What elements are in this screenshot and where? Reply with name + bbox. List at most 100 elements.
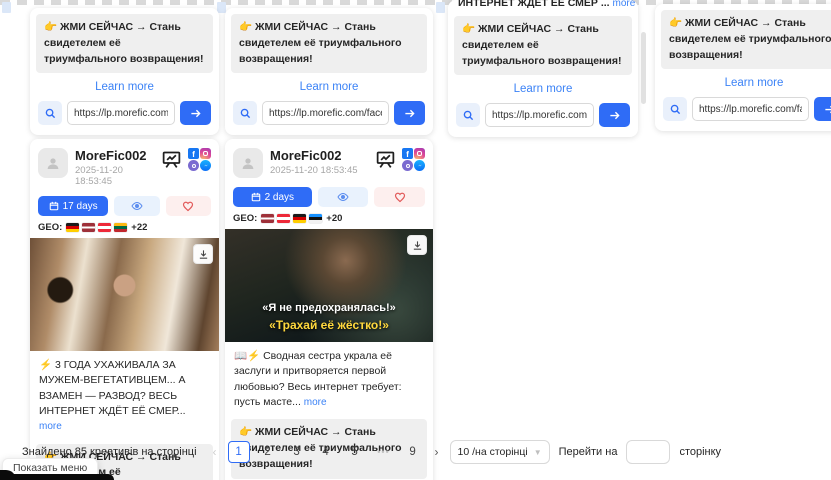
search-icon: [45, 108, 56, 119]
menu-corner[interactable]: [0, 474, 114, 480]
pagination-bar: Знайдено 85 креативів на сторінці ‹ 1234…: [22, 439, 831, 465]
description-tail: ИНТЕРНЕТ ЖДЁТ ЕЁ СМЕР ... more: [448, 0, 638, 10]
scrollbar-thumb[interactable]: [641, 32, 646, 104]
geo-label: GEO:: [38, 222, 62, 233]
facebook-icon[interactable]: f: [188, 148, 199, 159]
creative-card: MoreFic002 2025-11-20 18:53:45 f 2: [225, 139, 433, 480]
more-link[interactable]: more: [39, 421, 62, 432]
next-page-button[interactable]: ›: [433, 445, 441, 459]
page-5[interactable]: 5: [344, 441, 366, 463]
advertiser-name[interactable]: MoreFic002: [270, 148, 375, 163]
page-2[interactable]: 2: [257, 441, 279, 463]
learn-more-link[interactable]: Learn more: [225, 73, 433, 99]
cta-banner: 👉 ЖМИ СЕЙЧАС → Стань свидетелем её триум…: [454, 16, 632, 75]
page-1[interactable]: 1: [228, 441, 250, 463]
cta-banner: 👉 ЖМИ СЕЙЧАС → Стань свидетелем её триум…: [231, 14, 427, 73]
creative-timestamp: 2025-11-20 18:53:45: [270, 165, 375, 176]
image-caption: «Я не предохранялась!» «Трахай её жёстко…: [225, 301, 433, 334]
image-download-button[interactable]: [193, 244, 213, 264]
messenger-icon[interactable]: [414, 160, 425, 171]
heart-icon: [394, 191, 406, 203]
search-button[interactable]: [663, 97, 687, 121]
landing-url-input[interactable]: [485, 103, 594, 127]
views-button[interactable]: [318, 187, 369, 207]
open-url-button[interactable]: [814, 97, 831, 121]
cta-banner: 👉 ЖМИ СЕЙЧАС → Стань свидетелем её триум…: [36, 14, 213, 73]
creative-timestamp: 2025-11-20 18:53:45: [75, 165, 161, 187]
search-icon: [670, 104, 681, 115]
presentation-chart-icon[interactable]: [375, 149, 396, 170]
arrow-right-icon: [190, 108, 201, 119]
column-edge-marker: [2, 2, 11, 13]
page-size-select[interactable]: 10 /на сторінці ▼: [450, 440, 550, 464]
page-list: 12345•••9: [228, 441, 424, 463]
arrow-right-icon: [609, 110, 620, 121]
chevron-down-icon: ▼: [534, 448, 542, 457]
results-count: Знайдено 85 креативів на сторінці: [22, 446, 197, 458]
geo-label: GEO:: [233, 213, 257, 224]
creative-card: MoreFic002 2025-11-20 18:53:45 f 17: [30, 139, 219, 480]
lt-flag: [114, 223, 127, 232]
advertiser-name[interactable]: MoreFic002: [75, 148, 161, 163]
page-size-value: 10 /на сторінці: [458, 446, 528, 458]
creative-image[interactable]: [30, 238, 219, 351]
like-button[interactable]: [374, 187, 425, 207]
instagram-icon[interactable]: [200, 148, 211, 159]
open-url-button[interactable]: [394, 101, 425, 125]
more-link[interactable]: more: [613, 0, 636, 9]
landing-url-input[interactable]: [67, 101, 175, 125]
creative-description: ⚡ 3 ГОДА УХАЖИВАЛА ЗА МУЖЕМ-ВЕГЕТАТИВЦЕМ…: [39, 359, 186, 417]
profile-circle-icon[interactable]: [402, 160, 413, 171]
messenger-icon[interactable]: [200, 160, 211, 171]
goto-label: Перейти на: [559, 446, 618, 458]
learn-more-link[interactable]: Learn more: [30, 73, 219, 99]
prev-page-button[interactable]: ‹: [211, 445, 219, 459]
days-badge[interactable]: 17 days: [38, 196, 108, 216]
geo-more-count[interactable]: +20: [326, 213, 342, 224]
geo-more-count[interactable]: +22: [131, 222, 147, 233]
search-icon: [463, 110, 474, 121]
goto-suffix: сторінку: [679, 446, 721, 458]
days-label: 2 days: [265, 192, 294, 203]
partial-card: ИНТЕРНЕТ ЖДЁТ ЕЁ СМЕР ... more 👉 ЖМИ СЕЙ…: [448, 0, 638, 137]
image-download-button[interactable]: [407, 235, 427, 255]
download-icon: [198, 249, 209, 260]
image-caption-line1: «Я не предохранялась!»: [225, 301, 433, 317]
page-9[interactable]: 9: [402, 441, 424, 463]
presentation-chart-icon[interactable]: [161, 149, 182, 170]
learn-more-link[interactable]: Learn more: [655, 69, 831, 95]
days-badge[interactable]: 2 days: [233, 187, 312, 207]
de-flag: [66, 223, 79, 232]
lv-flag: [261, 214, 274, 223]
image-caption-line2: «Трахай её жёстко!»: [225, 317, 433, 334]
days-label: 17 days: [63, 201, 98, 212]
page-4[interactable]: 4: [315, 441, 337, 463]
at-flag: [98, 223, 111, 232]
page-3[interactable]: 3: [286, 441, 308, 463]
instagram-icon[interactable]: [414, 148, 425, 159]
cta-banner: 👉 ЖМИ СЕЙЧАС → Стань свидетелем её триум…: [661, 10, 831, 69]
views-button[interactable]: [114, 196, 159, 216]
open-url-button[interactable]: [599, 103, 630, 127]
download-icon: [412, 240, 423, 251]
landing-url-input[interactable]: [262, 101, 389, 125]
de-flag: [293, 214, 306, 223]
search-button[interactable]: [233, 101, 257, 125]
calendar-icon: [49, 201, 59, 211]
partial-card: 👉 ЖМИ СЕЙЧАС → Стань свидетелем её триум…: [30, 8, 219, 135]
facebook-icon[interactable]: f: [402, 148, 413, 159]
person-icon: [240, 155, 256, 171]
learn-more-link[interactable]: Learn more: [448, 75, 638, 101]
search-button[interactable]: [456, 103, 480, 127]
creative-image[interactable]: «Я не предохранялась!» «Трахай её жёстко…: [225, 229, 433, 342]
goto-page-input[interactable]: [626, 440, 670, 464]
profile-circle-icon[interactable]: [188, 160, 199, 171]
at-flag: [277, 214, 290, 223]
partial-card: 👉 ЖМИ СЕЙЧАС → Стань свидетелем её триум…: [225, 8, 433, 135]
landing-url-input[interactable]: [692, 97, 809, 121]
more-link[interactable]: more: [304, 397, 327, 408]
like-button[interactable]: [166, 196, 211, 216]
open-url-button[interactable]: [180, 101, 211, 125]
search-button[interactable]: [38, 101, 62, 125]
creative-library-screen: 👉 ЖМИ СЕЙЧАС → Стань свидетелем её триум…: [0, 0, 831, 480]
